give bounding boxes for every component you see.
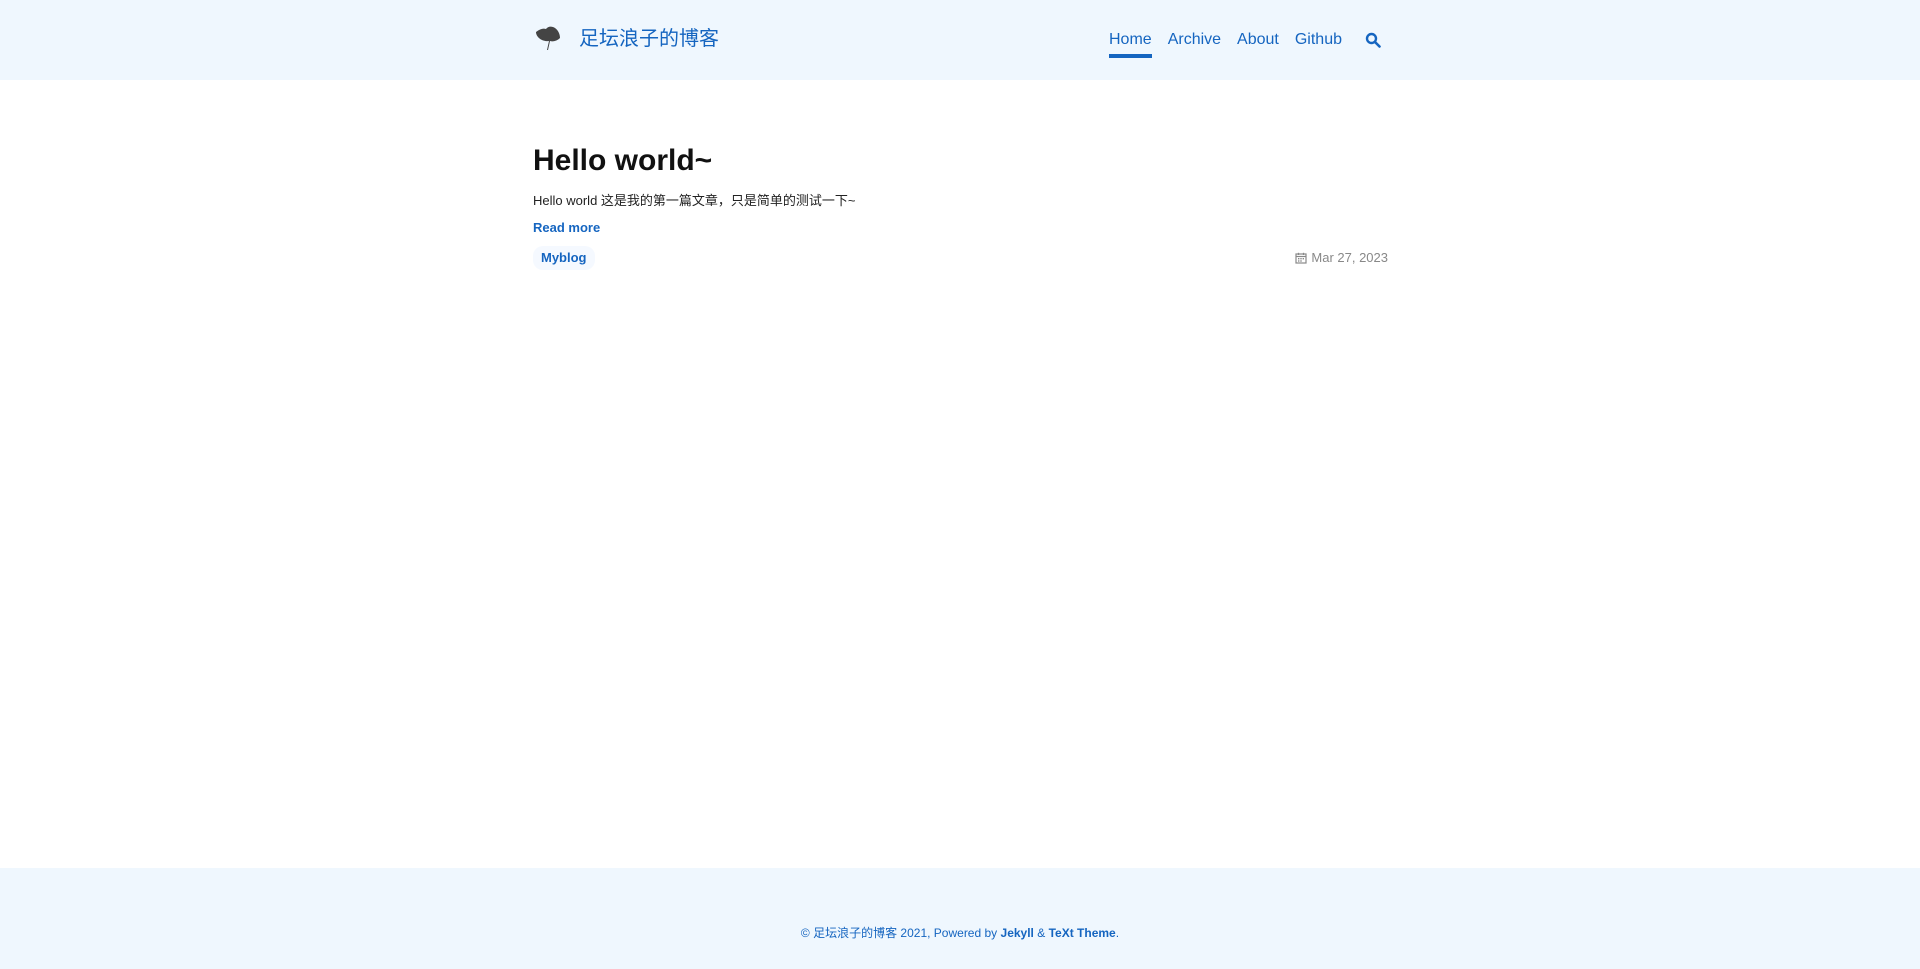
jekyll-link[interactable]: Jekyll: [1001, 926, 1034, 940]
nav-archive[interactable]: Archive: [1168, 28, 1221, 52]
post-excerpt: Hello world 这是我的第一篇文章，只是简单的测试一下~: [533, 193, 856, 208]
search-button[interactable]: [1364, 31, 1382, 49]
search-icon: [1365, 32, 1381, 48]
nav-github[interactable]: Github: [1295, 28, 1342, 52]
post-date-text: Mar 27, 2023: [1311, 250, 1388, 265]
site-footer: © 足坛浪子的博客 2021, Powered by Jekyll & TeXt…: [0, 868, 1920, 969]
post-title[interactable]: Hello world~: [533, 140, 1388, 182]
nav-about[interactable]: About: [1237, 28, 1279, 52]
footer-amp: &: [1037, 926, 1046, 940]
post-list: Hello world~ Hello world 这是我的第一篇文章，只是简单的…: [533, 140, 1388, 270]
footer-prefix: © 足坛浪子的博客 2021, Powered by: [800, 926, 998, 940]
post-card: Hello world~ Hello world 这是我的第一篇文章，只是简单的…: [533, 140, 1388, 270]
site-title[interactable]: 足坛浪子的博客: [579, 24, 719, 54]
header-inner: 足坛浪子的博客 Home Archive About Github: [533, 0, 1388, 80]
nav-home[interactable]: Home: [1109, 28, 1152, 58]
ginkgo-leaf-icon: [536, 26, 560, 50]
main-nav: Home Archive About Github: [1109, 0, 1382, 80]
footer-copyright: © 足坛浪子的博客 2021, Powered by Jekyll & TeXt…: [0, 924, 1920, 942]
read-more-link[interactable]: Read more: [533, 218, 600, 238]
site-header: 足坛浪子的博客 Home Archive About Github: [0, 0, 1920, 80]
tag-myblog[interactable]: Myblog: [533, 246, 595, 270]
footer-suffix: .: [1115, 926, 1120, 940]
site-brand[interactable]: 足坛浪子的博客: [533, 24, 719, 54]
post-date: Mar 27, 2023: [1295, 248, 1388, 268]
calendar-icon: [1295, 252, 1307, 264]
post-meta: Myblog Mar 27, 2023: [533, 246, 1388, 270]
text-theme-link[interactable]: TeXt Theme: [1049, 926, 1116, 940]
